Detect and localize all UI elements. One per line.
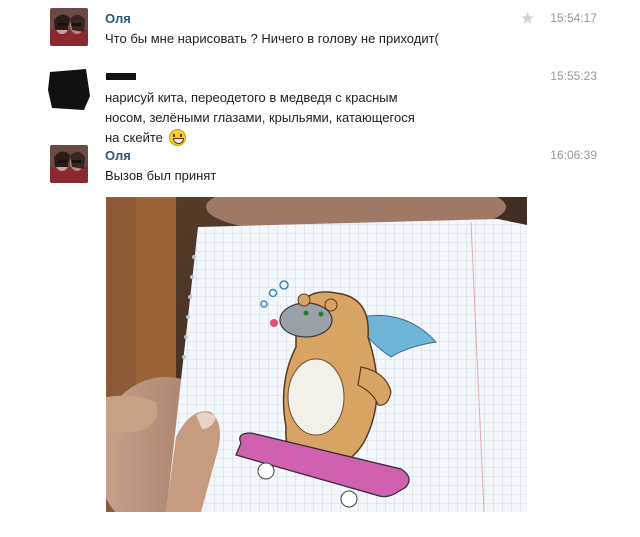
- message-1: Оля ★ 15:54:17 Что бы мне нарисовать ? Н…: [0, 0, 640, 60]
- message-time[interactable]: 16:06:39: [550, 148, 597, 162]
- message-text: Что бы мне нарисовать ? Ничего в голову …: [105, 31, 439, 46]
- message-2: 15:55:23 нарисуй кита, переодетого в мед…: [0, 60, 640, 146]
- message-author[interactable]: Оля: [105, 11, 131, 26]
- message-text-content: нарисуй кита, переодетого в медведя с кр…: [105, 90, 415, 145]
- message-text: нарисуй кита, переодетого в медведя с кр…: [105, 88, 425, 148]
- message-author[interactable]: Оля: [105, 148, 131, 163]
- redacted-author-name: [106, 73, 136, 80]
- message-text: Вызов был принят: [105, 168, 217, 183]
- star-icon[interactable]: ★: [520, 10, 535, 27]
- avatar[interactable]: [46, 66, 92, 112]
- photo-attachment[interactable]: [106, 197, 527, 512]
- avatar[interactable]: [50, 8, 88, 46]
- avatar[interactable]: [50, 145, 88, 183]
- message-time[interactable]: 15:54:17: [550, 11, 597, 25]
- message-time[interactable]: 15:55:23: [550, 69, 597, 83]
